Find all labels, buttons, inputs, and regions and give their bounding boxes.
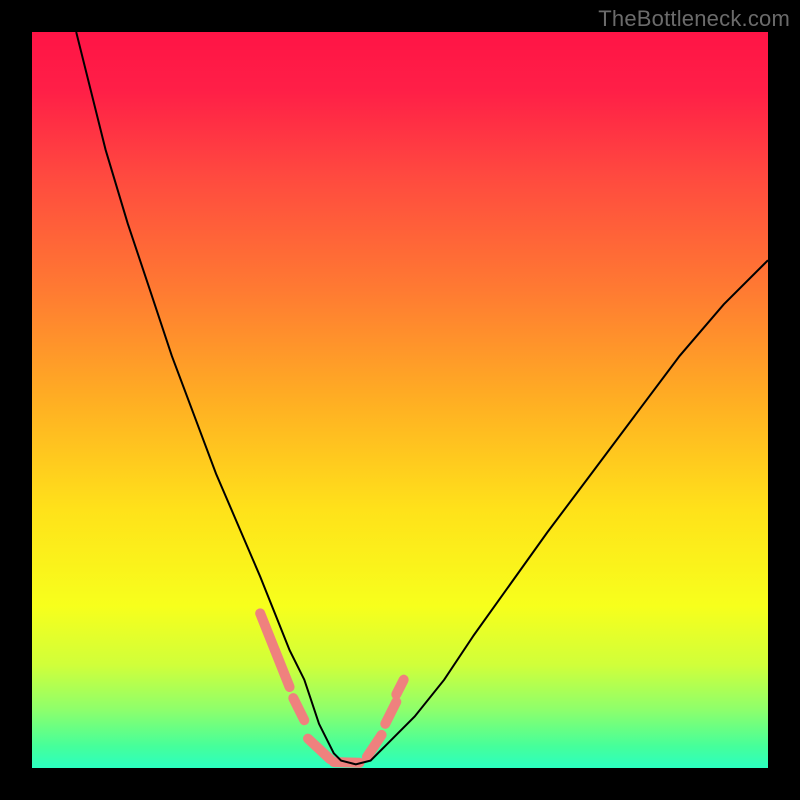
chart-background	[32, 32, 768, 768]
chart-frame	[32, 32, 768, 768]
watermark-text: TheBottleneck.com	[598, 6, 790, 32]
bottleneck-chart	[32, 32, 768, 768]
